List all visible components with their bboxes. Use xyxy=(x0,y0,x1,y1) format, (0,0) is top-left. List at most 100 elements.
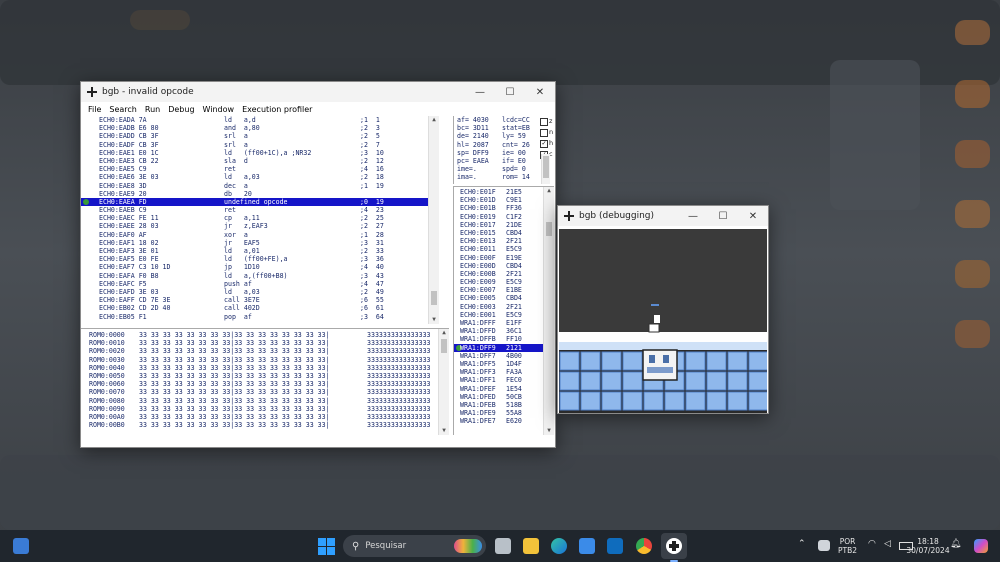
scroll-down-arrow-icon[interactable]: ▼ xyxy=(544,427,554,435)
memory-row[interactable]: ROM0:00B0 33 33 33 33 33 33 33 33|33 33 3… xyxy=(81,421,449,429)
disasm-row[interactable]: ECH0:EAE3 CB 22 sla d ;2 12 xyxy=(81,157,439,165)
stack-row[interactable]: WRA1:DFFB FF10 xyxy=(454,335,554,343)
menu-file[interactable]: File xyxy=(84,105,105,114)
stack-row[interactable]: WRA1:DFF9 2121 xyxy=(454,343,554,352)
stack-row[interactable]: WRA1:DFF3 FA3A xyxy=(454,368,554,376)
memory-row[interactable]: ROM0:0060 33 33 33 33 33 33 33 33|33 33 3… xyxy=(81,380,449,388)
registers-scrollbar[interactable] xyxy=(541,154,550,184)
memory-row[interactable]: ROM0:0050 33 33 33 33 33 33 33 33|33 33 3… xyxy=(81,372,449,380)
stack-row[interactable]: ECH0:E017 21DE xyxy=(454,221,554,229)
memory-scrollbar[interactable]: ▲ ▼ xyxy=(438,329,449,435)
stack-row[interactable]: ECH0:E00D CBD4 xyxy=(454,262,554,270)
scroll-up-arrow-icon[interactable]: ▲ xyxy=(439,329,449,337)
disasm-row[interactable]: ECH0:EADF CB 3F srl a ;2 7 xyxy=(81,141,439,149)
menu-search[interactable]: Search xyxy=(105,105,140,114)
disasm-row[interactable]: ECH0:EAF0 AF xor a ;1 28 xyxy=(81,231,439,239)
menu-window[interactable]: Window xyxy=(199,105,239,114)
search-box[interactable]: ⚲ Pesquisar xyxy=(343,535,486,557)
stack-row[interactable]: ECH0:E015 CBD4 xyxy=(454,229,554,237)
disasm-row[interactable]: ECH0:EAEB C9 ret ;4 23 xyxy=(81,206,439,214)
menu-execution-profiler[interactable]: Execution profiler xyxy=(238,105,316,114)
scroll-thumb[interactable] xyxy=(431,291,437,305)
stack-row[interactable]: WRA1:DFE7 E620 xyxy=(454,417,554,425)
flag-h-checkbox[interactable]: ✓ xyxy=(540,140,548,148)
tray-app-icon[interactable] xyxy=(818,540,830,551)
scroll-thumb[interactable] xyxy=(441,339,447,353)
menu-run[interactable]: Run xyxy=(141,105,164,114)
disasm-row[interactable]: ECH0:EAEC FE 11 cp a,11 ;2 25 xyxy=(81,214,439,222)
scroll-thumb[interactable] xyxy=(546,222,552,236)
clock[interactable]: 18:18 30/07/2024 xyxy=(904,537,952,555)
disasm-row[interactable]: ECH0:EAF1 18 02 jr EAF5 ;3 31 xyxy=(81,239,439,247)
scroll-up-arrow-icon[interactable]: ▲ xyxy=(429,116,439,124)
windows-start-icon[interactable] xyxy=(318,538,335,555)
stack-row[interactable]: ECH0:E00F E19E xyxy=(454,254,554,262)
stack-row[interactable]: ECH0:E01F 21E5 xyxy=(454,188,554,196)
flag-z-checkbox[interactable] xyxy=(540,118,548,126)
minimize-button[interactable]: — xyxy=(465,82,495,102)
stack-row[interactable]: WRA1:DFFF E1FF xyxy=(454,319,554,327)
volume-icon[interactable]: ◁ xyxy=(884,540,891,549)
memory-row[interactable]: ROM0:0090 33 33 33 33 33 33 33 33|33 33 3… xyxy=(81,405,449,413)
stack-row[interactable]: ECH0:E011 E5C9 xyxy=(454,245,554,253)
memory-row[interactable]: ROM0:0080 33 33 33 33 33 33 33 33|33 33 3… xyxy=(81,397,449,405)
stack-row[interactable]: ECH0:E019 C1F2 xyxy=(454,213,554,221)
store-icon[interactable] xyxy=(579,538,595,554)
stack-row[interactable]: WRA1:DFF1 FEC0 xyxy=(454,376,554,384)
maximize-button[interactable]: ☐ xyxy=(708,206,738,226)
flag-n-checkbox[interactable] xyxy=(540,129,548,137)
memory-row[interactable]: ROM0:00A0 33 33 33 33 33 33 33 33|33 33 3… xyxy=(81,413,449,421)
stack-row[interactable]: ECH0:E007 E1BE xyxy=(454,286,554,294)
outlook-icon[interactable] xyxy=(607,538,623,554)
scroll-up-arrow-icon[interactable]: ▲ xyxy=(544,187,554,195)
stack-row[interactable]: WRA1:DFE9 55A8 xyxy=(454,409,554,417)
stack-scrollbar[interactable]: ▲ ▼ xyxy=(543,187,554,435)
scroll-down-arrow-icon[interactable]: ▼ xyxy=(439,427,449,435)
stack-row[interactable]: ECH0:E013 2F21 xyxy=(454,237,554,245)
stack-row[interactable]: WRA1:DFF7 4B00 xyxy=(454,352,554,360)
disasm-row[interactable]: ECH0:EADA 7A ld a,d ;1 1 xyxy=(81,116,439,124)
maximize-button[interactable]: ☐ xyxy=(495,82,525,102)
disasm-row[interactable]: ECH0:EAFA F0 B8 ld a,(ff00+B8) ;3 43 xyxy=(81,272,439,280)
disassembly-pane[interactable]: ECH0:EADA 7A ld a,d ;1 1 ECH0:EADB E6 80 and… xyxy=(81,116,439,324)
memory-row[interactable]: ROM0:0040 33 33 33 33 33 33 33 33|33 33 3… xyxy=(81,364,449,372)
menu-debug[interactable]: Debug xyxy=(164,105,198,114)
disasm-row[interactable]: ECH0:EAE5 C9 ret ;4 16 xyxy=(81,165,439,173)
memory-row[interactable]: ROM0:0000 33 33 33 33 33 33 33 33|33 33 3… xyxy=(81,331,449,339)
disassembly-scrollbar[interactable]: ▲ ▼ xyxy=(428,116,439,324)
disasm-row[interactable]: ECH0:EAF7 C3 10 1D jp 1D10 ;4 40 xyxy=(81,263,439,271)
disasm-row[interactable]: ECH0:EAFF CD 7E 3E call 3E7E ;6 55 xyxy=(81,296,439,304)
memory-pane[interactable]: ROM0:0000 33 33 33 33 33 33 33 33|33 33 3… xyxy=(81,328,449,435)
disasm-row[interactable]: ECH0:EAF5 E0 FE ld (ff00+FE),a ;3 36 xyxy=(81,255,439,263)
chrome-icon[interactable] xyxy=(636,538,652,554)
wifi-icon[interactable]: ◠ xyxy=(868,540,876,549)
language-indicator[interactable]: POR PTB2 xyxy=(838,537,857,555)
stack-row[interactable]: ECH0:E003 2F21 xyxy=(454,303,554,311)
disasm-row[interactable]: ECH0:EADB E6 80 and a,80 ;2 3 xyxy=(81,124,439,132)
disasm-row[interactable]: ECH0:EAE9 20 db 20 xyxy=(81,190,439,198)
bgb-taskbar-icon[interactable] xyxy=(661,533,687,562)
copilot-icon[interactable] xyxy=(974,539,988,553)
stack-pane[interactable]: ECH0:E01F 21E5 ECH0:E01D C9E1 ECH0:E01B FF36 E… xyxy=(453,186,554,435)
disasm-row[interactable]: ECH0:EAFC F5 push af ;4 47 xyxy=(81,280,439,288)
scroll-thumb[interactable] xyxy=(543,156,549,178)
memory-row[interactable]: ROM0:0020 33 33 33 33 33 33 33 33|33 33 3… xyxy=(81,347,449,355)
file-explorer-icon[interactable] xyxy=(523,538,539,554)
stack-row[interactable]: ECH0:E01D C9E1 xyxy=(454,196,554,204)
tray-overflow-chevron[interactable]: ⌃ xyxy=(798,540,806,549)
stack-row[interactable]: WRA1:DFEB 518B xyxy=(454,401,554,409)
stack-row[interactable]: WRA1:DFF5 1D4F xyxy=(454,360,554,368)
stack-row[interactable]: ECH0:E009 E5C9 xyxy=(454,278,554,286)
memory-row[interactable]: ROM0:0030 33 33 33 33 33 33 33 33|33 33 3… xyxy=(81,356,449,364)
stack-row[interactable]: WRA1:DFFD 36C1 xyxy=(454,327,554,335)
disasm-row[interactable]: ECH0:EAEA FD undefined opcode ;0 19 xyxy=(81,197,439,207)
stack-row[interactable]: ECH0:E001 E5C9 xyxy=(454,311,554,319)
memory-row[interactable]: ROM0:0010 33 33 33 33 33 33 33 33|33 33 3… xyxy=(81,339,449,347)
close-button[interactable]: ✕ xyxy=(525,82,555,102)
minimize-button[interactable]: — xyxy=(678,206,708,226)
widgets-icon[interactable] xyxy=(13,538,29,554)
stack-row[interactable]: ECH0:E00B 2F21 xyxy=(454,270,554,278)
disasm-row[interactable]: ECH0:EB05 F1 pop af ;3 64 xyxy=(81,313,439,321)
disasm-row[interactable]: ECH0:EADD CB 3F srl a ;2 5 xyxy=(81,132,439,140)
scroll-down-arrow-icon[interactable]: ▼ xyxy=(429,316,439,324)
